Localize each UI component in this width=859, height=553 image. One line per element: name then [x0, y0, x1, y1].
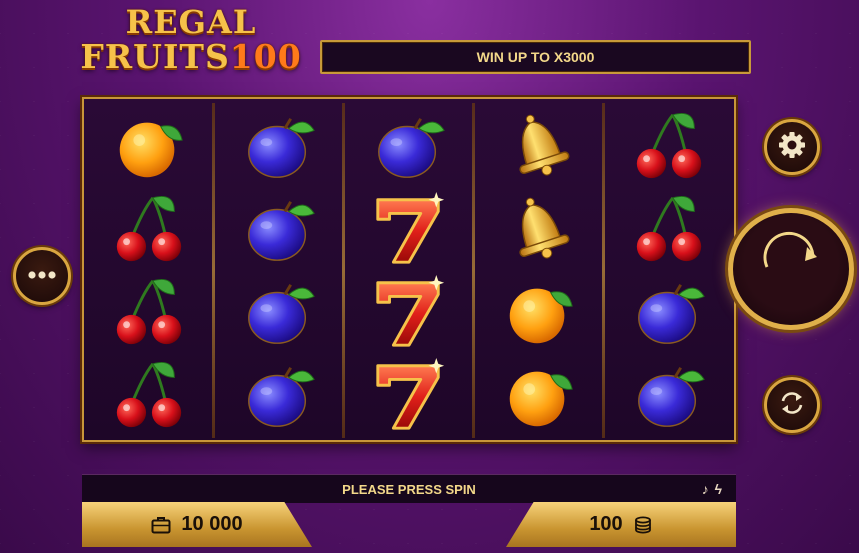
settings-button[interactable]: [764, 119, 820, 175]
spin-arrow-icon: [751, 227, 831, 312]
more-dots-icon: [27, 267, 57, 285]
plum-symbol: [216, 271, 342, 353]
logo-line-2: FRUITS100: [66, 40, 316, 73]
reel-separator: [212, 103, 215, 438]
balance-panel: 10 000: [82, 502, 312, 547]
bet-value: 100: [589, 513, 623, 535]
bell-symbol: [476, 188, 602, 270]
autoplay-button[interactable]: [764, 377, 820, 433]
status-icons: ♪ ϟ: [702, 481, 722, 497]
reel-3: [346, 105, 472, 435]
status-message: PLEASE PRESS SPIN: [342, 481, 476, 497]
logo-word: FRUITS: [80, 37, 230, 76]
reels-area: [82, 97, 736, 442]
cherry-symbol: [606, 105, 732, 187]
gear-icon: [777, 130, 807, 165]
reel-separator: [602, 103, 605, 438]
reel-5: [606, 105, 732, 435]
music-note-icon[interactable]: ♪: [702, 481, 709, 497]
logo-line-1: REGAL: [125, 3, 257, 41]
plum-symbol: [346, 105, 472, 187]
cherry-symbol: [86, 271, 212, 353]
cherry-symbol: [86, 188, 212, 270]
menu-button[interactable]: [13, 247, 71, 305]
status-bar: PLEASE PRESS SPIN ♪ ϟ: [82, 474, 736, 503]
lightning-icon[interactable]: ϟ: [715, 481, 722, 497]
reel-separator: [472, 103, 475, 438]
autoplay-icon: [778, 389, 806, 422]
win-up-to-text: WIN UP TO X3000: [476, 49, 595, 65]
plum-symbol: [216, 188, 342, 270]
win-up-to-banner: WIN UP TO X3000: [320, 40, 751, 74]
seven-symbol: [346, 271, 472, 353]
reel-2: [216, 105, 342, 435]
cherry-symbol: [606, 188, 732, 270]
reel-1: [86, 105, 212, 435]
plum-symbol: [606, 271, 732, 353]
plum-symbol: [216, 354, 342, 436]
balance-value: 10 000: [181, 513, 243, 535]
orange-symbol: [476, 354, 602, 436]
cherry-symbol: [86, 354, 212, 436]
bell-symbol: [476, 105, 602, 187]
spin-button[interactable]: [728, 208, 854, 330]
reel-separator: [342, 103, 345, 438]
orange-symbol: [476, 271, 602, 353]
seven-symbol: [346, 188, 472, 270]
bet-panel[interactable]: 100: [506, 502, 736, 547]
reel-4: [476, 105, 602, 435]
orange-symbol: [86, 105, 212, 187]
plum-symbol: [606, 354, 732, 436]
logo-number: 100: [229, 37, 302, 76]
seven-symbol: [346, 354, 472, 436]
game-logo: REGAL FRUITS100: [66, 6, 316, 78]
wallet-icon: [151, 516, 171, 534]
plum-symbol: [216, 105, 342, 187]
coins-icon: [633, 515, 653, 535]
